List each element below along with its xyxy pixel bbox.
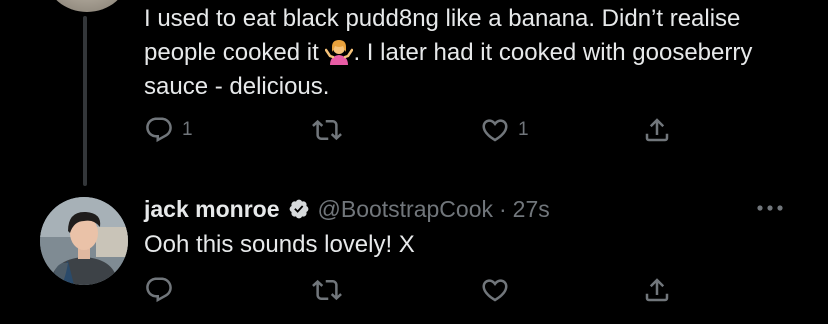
like-count: 1: [518, 119, 529, 140]
thread-connector-line: [83, 16, 87, 186]
retweet-icon: [312, 279, 342, 301]
user-handle[interactable]: @BootstrapCook: [318, 196, 494, 223]
verified-badge-icon: [289, 199, 308, 219]
retweet-icon: [312, 119, 342, 141]
reply-count: 1: [182, 119, 193, 140]
tweet-header: jack monroe @BootstrapCook · 27s: [144, 194, 550, 224]
more-options-button[interactable]: [752, 198, 788, 218]
display-name[interactable]: jack monroe: [144, 196, 280, 223]
tweet-actions: 1 1: [144, 112, 684, 148]
reply-icon: [146, 277, 172, 303]
share-button[interactable]: [642, 112, 672, 148]
previous-author-avatar[interactable]: [46, 0, 128, 12]
tweet-thread: I used to eat black pudd8ng like a banan…: [0, 0, 828, 324]
retweet-button[interactable]: [312, 272, 342, 308]
person-shrugging-emoji: [325, 37, 354, 65]
avatar[interactable]: [40, 197, 128, 285]
like-button[interactable]: 1: [480, 112, 529, 148]
share-icon: [645, 118, 669, 142]
reply-button[interactable]: 1: [144, 112, 193, 148]
more-horizontal-icon: [757, 205, 783, 211]
heart-icon: [482, 119, 508, 142]
heart-icon: [482, 279, 508, 302]
share-button[interactable]: [642, 272, 672, 308]
reply-button[interactable]: [144, 272, 174, 308]
retweet-button[interactable]: [312, 112, 342, 148]
like-button[interactable]: [480, 272, 510, 308]
tweet-text: Ooh this sounds lovely! X: [144, 231, 415, 258]
tweet-text: I used to eat black pudd8ng like a banan…: [144, 2, 804, 104]
share-icon: [645, 278, 669, 302]
header-separator: ·: [499, 195, 507, 222]
tweet-actions: [144, 272, 684, 308]
timestamp[interactable]: 27s: [513, 196, 550, 223]
reply-icon: [146, 117, 172, 143]
